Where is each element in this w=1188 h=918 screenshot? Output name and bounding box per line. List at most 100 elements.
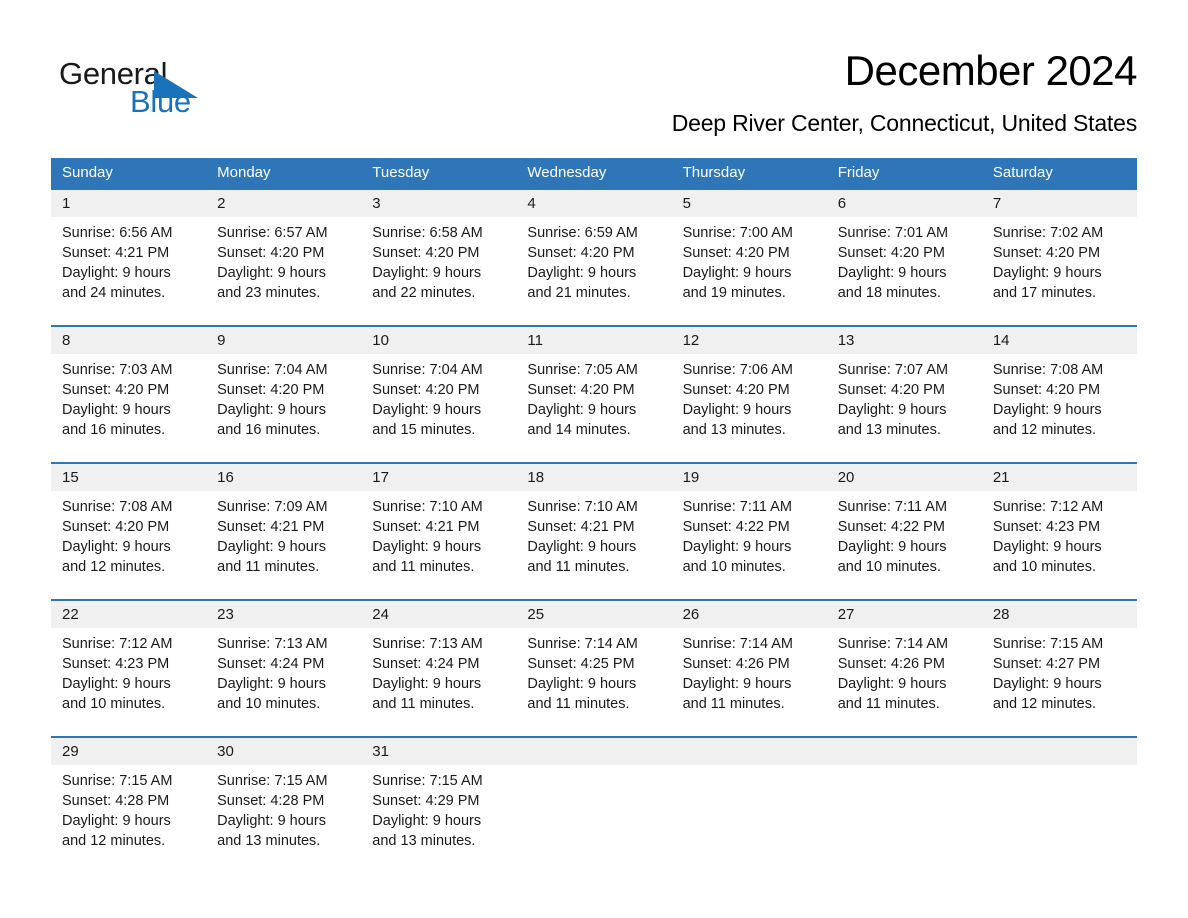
daylight-text-line1: Daylight: 9 hours xyxy=(682,676,792,692)
day-cell[interactable]: Sunrise: 7:14 AM Sunset: 4:26 PM Dayligh… xyxy=(672,628,827,736)
sunset-text: Sunset: 4:20 PM xyxy=(682,245,790,261)
day-cell[interactable]: Sunrise: 7:10 AM Sunset: 4:21 PM Dayligh… xyxy=(516,491,671,599)
daylight-text-line1: Daylight: 9 hours xyxy=(992,539,1102,555)
day-cell[interactable]: Sunrise: 7:02 AM Sunset: 4:20 PM Dayligh… xyxy=(982,217,1137,325)
day-number[interactable]: 19 xyxy=(672,464,827,491)
day-cell[interactable]: Sunrise: 7:04 AM Sunset: 4:20 PM Dayligh… xyxy=(361,354,516,462)
sunset-text: Sunset: 4:20 PM xyxy=(837,245,945,261)
daylight-text-line1: Daylight: 9 hours xyxy=(62,402,171,418)
day-cell[interactable]: Sunrise: 7:08 AM Sunset: 4:20 PM Dayligh… xyxy=(51,491,206,599)
day-cell[interactable]: Sunrise: 7:11 AM Sunset: 4:22 PM Dayligh… xyxy=(672,491,827,599)
logo-text-blue: Blue xyxy=(130,84,191,119)
day-cell[interactable]: Sunrise: 7:15 AM Sunset: 4:29 PM Dayligh… xyxy=(361,765,516,873)
day-cell[interactable]: Sunrise: 7:12 AM Sunset: 4:23 PM Dayligh… xyxy=(982,491,1137,599)
daylight-text-line2: and 11 minutes. xyxy=(372,696,475,712)
daylight-text-line1: Daylight: 9 hours xyxy=(837,402,947,418)
sunset-text: Sunset: 4:24 PM xyxy=(372,656,480,672)
day-cell[interactable]: Sunrise: 7:15 AM Sunset: 4:28 PM Dayligh… xyxy=(206,765,361,873)
day-number[interactable]: 24 xyxy=(361,601,516,628)
day-number[interactable]: 13 xyxy=(827,327,982,354)
sunrise-text: Sunrise: 6:58 AM xyxy=(372,225,483,241)
generalblue-logo[interactable]: General Blue xyxy=(59,56,259,126)
day-cell[interactable]: Sunrise: 7:15 AM Sunset: 4:28 PM Dayligh… xyxy=(51,765,206,873)
day-number[interactable]: 17 xyxy=(361,464,516,491)
day-number[interactable]: 6 xyxy=(827,190,982,217)
day-cell[interactable]: Sunrise: 7:11 AM Sunset: 4:22 PM Dayligh… xyxy=(827,491,982,599)
day-cell[interactable]: Sunrise: 7:15 AM Sunset: 4:27 PM Dayligh… xyxy=(982,628,1137,736)
day-number[interactable]: 5 xyxy=(672,190,827,217)
sunset-text: Sunset: 4:23 PM xyxy=(62,656,170,672)
day-number[interactable]: 11 xyxy=(516,327,671,354)
day-number[interactable]: 4 xyxy=(516,190,671,217)
day-number[interactable]: 7 xyxy=(982,190,1137,217)
daylight-text-line2: and 24 minutes. xyxy=(62,285,166,301)
day-cell[interactable]: Sunrise: 7:06 AM Sunset: 4:20 PM Dayligh… xyxy=(672,354,827,462)
day-cell[interactable]: Sunrise: 6:57 AM Sunset: 4:20 PM Dayligh… xyxy=(206,217,361,325)
sunset-text: Sunset: 4:20 PM xyxy=(372,382,480,398)
day-cell[interactable]: Sunrise: 6:56 AM Sunset: 4:21 PM Dayligh… xyxy=(51,217,206,325)
sunset-text: Sunset: 4:20 PM xyxy=(372,245,480,261)
weekday-header-thursday: Thursday xyxy=(682,164,746,181)
sunset-text: Sunset: 4:20 PM xyxy=(992,245,1101,261)
day-cell[interactable]: Sunrise: 7:07 AM Sunset: 4:20 PM Dayligh… xyxy=(827,354,982,462)
daylight-text-line2: and 10 minutes. xyxy=(837,559,941,575)
daylight-text-line1: Daylight: 9 hours xyxy=(372,813,482,829)
day-number[interactable]: 9 xyxy=(206,327,361,354)
day-cell-empty xyxy=(516,765,671,873)
day-number[interactable]: 29 xyxy=(51,738,206,765)
day-number[interactable]: 20 xyxy=(827,464,982,491)
day-cell[interactable]: Sunrise: 7:09 AM Sunset: 4:21 PM Dayligh… xyxy=(206,491,361,599)
day-cell[interactable]: Sunrise: 7:13 AM Sunset: 4:24 PM Dayligh… xyxy=(361,628,516,736)
day-number[interactable]: 2 xyxy=(206,190,361,217)
sunrise-text: Sunrise: 7:04 AM xyxy=(217,362,328,378)
day-number[interactable]: 15 xyxy=(51,464,206,491)
calendar-page: General Blue December 2024 Deep River Ce… xyxy=(0,0,1188,918)
day-cell[interactable]: Sunrise: 7:08 AM Sunset: 4:20 PM Dayligh… xyxy=(982,354,1137,462)
day-cell[interactable]: Sunrise: 7:04 AM Sunset: 4:20 PM Dayligh… xyxy=(206,354,361,462)
daylight-text-line1: Daylight: 9 hours xyxy=(217,813,326,829)
day-cell[interactable]: Sunrise: 7:01 AM Sunset: 4:20 PM Dayligh… xyxy=(827,217,982,325)
day-number[interactable]: 27 xyxy=(827,601,982,628)
day-number[interactable]: 1 xyxy=(51,190,206,217)
daylight-text-line2: and 10 minutes. xyxy=(992,559,1097,575)
week-body-row: Sunrise: 7:08 AM Sunset: 4:20 PM Dayligh… xyxy=(51,491,1137,599)
day-cell[interactable]: Sunrise: 7:05 AM Sunset: 4:20 PM Dayligh… xyxy=(516,354,671,462)
sunset-text: Sunset: 4:26 PM xyxy=(837,656,945,672)
day-cell[interactable]: Sunrise: 6:59 AM Sunset: 4:20 PM Dayligh… xyxy=(516,217,671,325)
daylight-text-line1: Daylight: 9 hours xyxy=(217,539,326,555)
day-cell[interactable]: Sunrise: 7:14 AM Sunset: 4:26 PM Dayligh… xyxy=(827,628,982,736)
day-cell[interactable]: Sunrise: 7:10 AM Sunset: 4:21 PM Dayligh… xyxy=(361,491,516,599)
day-cell[interactable]: Sunrise: 7:13 AM Sunset: 4:24 PM Dayligh… xyxy=(206,628,361,736)
day-number[interactable]: 22 xyxy=(51,601,206,628)
week-body-row: Sunrise: 7:03 AM Sunset: 4:20 PM Dayligh… xyxy=(51,354,1137,462)
week-date-band: 15 16 17 18 19 20 21 xyxy=(51,464,1137,491)
day-number[interactable]: 31 xyxy=(361,738,516,765)
day-number[interactable]: 23 xyxy=(206,601,361,628)
daylight-text-line2: and 16 minutes. xyxy=(62,422,166,438)
weekday-header-sunday: Sunday xyxy=(62,164,113,181)
daylight-text-line2: and 13 minutes. xyxy=(682,422,786,438)
day-number[interactable]: 30 xyxy=(206,738,361,765)
day-cell[interactable]: Sunrise: 6:58 AM Sunset: 4:20 PM Dayligh… xyxy=(361,217,516,325)
sunset-text: Sunset: 4:26 PM xyxy=(682,656,790,672)
day-number[interactable]: 16 xyxy=(206,464,361,491)
day-number[interactable]: 28 xyxy=(982,601,1137,628)
sunrise-text: Sunrise: 7:10 AM xyxy=(372,499,483,515)
day-number[interactable]: 3 xyxy=(361,190,516,217)
day-number[interactable]: 25 xyxy=(516,601,671,628)
day-number[interactable]: 26 xyxy=(672,601,827,628)
day-cell[interactable]: Sunrise: 7:14 AM Sunset: 4:25 PM Dayligh… xyxy=(516,628,671,736)
sunset-text: Sunset: 4:24 PM xyxy=(217,656,325,672)
sunrise-text: Sunrise: 7:11 AM xyxy=(837,499,948,515)
day-cell[interactable]: Sunrise: 7:12 AM Sunset: 4:23 PM Dayligh… xyxy=(51,628,206,736)
day-number[interactable]: 21 xyxy=(982,464,1137,491)
daylight-text-line2: and 14 minutes. xyxy=(527,422,631,438)
day-number[interactable]: 18 xyxy=(516,464,671,491)
day-number[interactable]: 14 xyxy=(982,327,1137,354)
day-number[interactable]: 8 xyxy=(51,327,206,354)
day-cell[interactable]: Sunrise: 7:00 AM Sunset: 4:20 PM Dayligh… xyxy=(672,217,827,325)
day-number[interactable]: 12 xyxy=(672,327,827,354)
day-number[interactable]: 10 xyxy=(361,327,516,354)
day-cell[interactable]: Sunrise: 7:03 AM Sunset: 4:20 PM Dayligh… xyxy=(51,354,206,462)
sunrise-text: Sunrise: 6:56 AM xyxy=(62,225,173,241)
